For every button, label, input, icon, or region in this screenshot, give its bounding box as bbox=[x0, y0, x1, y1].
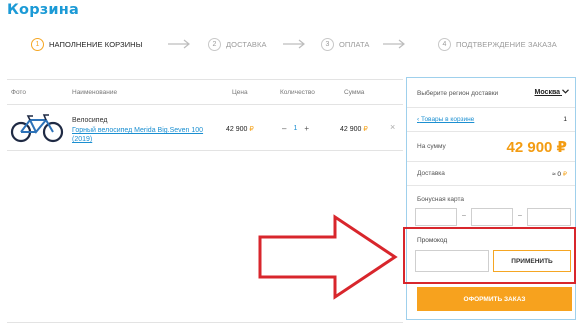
sidebar-divider bbox=[407, 107, 575, 108]
sidebar-divider bbox=[407, 131, 575, 132]
step-number: 4 bbox=[438, 38, 451, 51]
items-count: 1 bbox=[563, 116, 567, 123]
bonus-dash: – bbox=[518, 212, 522, 219]
chevron-left-icon: ‹ bbox=[417, 116, 420, 123]
delivery-value: ≈ 0 bbox=[552, 171, 562, 178]
step-label: ОПЛАТА bbox=[339, 40, 370, 49]
price-cell: 42 900 ₽ bbox=[226, 125, 254, 133]
step-number: 3 bbox=[321, 38, 334, 51]
step-payment[interactable]: 3 ОПЛАТА bbox=[321, 38, 370, 51]
total-value: 42 900 ₽ bbox=[506, 139, 567, 156]
step-number: 1 bbox=[31, 38, 44, 51]
table-bottom-divider bbox=[7, 322, 403, 323]
step-confirmation[interactable]: 4 ПОДТВЕРЖДЕНИЕ ЗАКАЗА bbox=[438, 38, 557, 51]
region-value[interactable]: Москва bbox=[535, 89, 561, 96]
bicycle-photo[interactable] bbox=[10, 111, 64, 143]
quantity-stepper[interactable]: – 1 + bbox=[282, 124, 309, 133]
header-photo: Фото bbox=[11, 89, 26, 96]
step-number: 2 bbox=[208, 38, 221, 51]
sum-value: 42 900 bbox=[340, 126, 362, 133]
product-category: Велосипед bbox=[72, 117, 108, 124]
step-label: НАПОЛНЕНИЕ КОРЗИНЫ bbox=[49, 40, 143, 49]
ruble-sign: ₽ bbox=[363, 126, 368, 133]
header-sum: Сумма bbox=[344, 89, 365, 96]
product-name-link[interactable]: Горный велосипед Merida Big.Seven 100 (2… bbox=[72, 126, 212, 144]
arrow-right-icon bbox=[168, 39, 190, 49]
page-title: Корзина bbox=[7, 2, 79, 18]
delivery-cost: ≈ 0 ₽ bbox=[552, 170, 567, 178]
header-quantity: Количество bbox=[280, 89, 315, 96]
bonus-card-input-1[interactable] bbox=[415, 208, 457, 226]
items-in-cart-link[interactable]: ‹ Товары в корзине bbox=[417, 116, 474, 123]
annotation-arrow-icon bbox=[258, 214, 398, 300]
bonus-card-input-3[interactable] bbox=[527, 208, 571, 226]
region-select[interactable]: Москва bbox=[535, 89, 569, 96]
region-label: Выберите регион доставки bbox=[417, 90, 499, 97]
price-value: 42 900 bbox=[226, 126, 248, 133]
ruble-sign: ₽ bbox=[249, 126, 254, 133]
bonus-card-label: Бонусная карта bbox=[417, 196, 465, 203]
table-top-divider bbox=[7, 79, 403, 80]
bonus-card-input-2[interactable] bbox=[471, 208, 513, 226]
checkout-button[interactable]: ОФОРМИТЬ ЗАКАЗ bbox=[417, 287, 572, 311]
arrow-right-icon bbox=[383, 39, 405, 49]
arrow-right-icon bbox=[283, 39, 305, 49]
total-label: На сумму bbox=[417, 143, 446, 150]
step-cart-fill[interactable]: 1 НАПОЛНЕНИЕ КОРЗИНЫ bbox=[31, 38, 142, 51]
header-price: Цена bbox=[232, 89, 248, 96]
sidebar-divider bbox=[407, 185, 575, 186]
step-delivery[interactable]: 2 ДОСТАВКА bbox=[208, 38, 267, 51]
delivery-label: Доставка bbox=[417, 170, 445, 177]
sidebar-divider bbox=[407, 161, 575, 162]
items-in-cart-label[interactable]: Товары в корзине bbox=[421, 116, 474, 123]
promo-highlight-frame bbox=[403, 227, 576, 284]
table-row-divider bbox=[7, 150, 403, 151]
header-name: Наименование bbox=[72, 89, 118, 96]
table-header-divider bbox=[7, 104, 403, 105]
qty-value[interactable]: 1 bbox=[293, 125, 297, 132]
step-label: ПОДТВЕРЖДЕНИЕ ЗАКАЗА bbox=[456, 40, 557, 49]
ruble-sign: ₽ bbox=[562, 171, 567, 178]
chevron-down-icon[interactable] bbox=[562, 89, 569, 94]
qty-plus-button[interactable]: + bbox=[304, 124, 309, 133]
step-label: ДОСТАВКА bbox=[226, 40, 267, 49]
bonus-dash: – bbox=[462, 212, 466, 219]
sum-cell: 42 900 ₽ bbox=[340, 125, 368, 133]
remove-item-button[interactable]: × bbox=[390, 122, 395, 132]
qty-minus-button[interactable]: – bbox=[282, 124, 286, 133]
